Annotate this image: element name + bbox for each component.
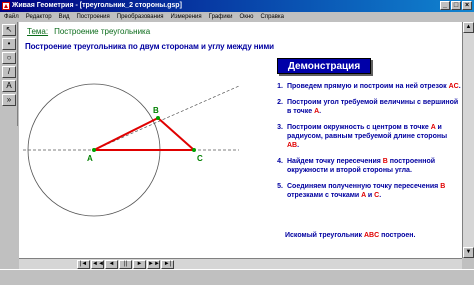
custom-tool[interactable]: » [2, 94, 16, 106]
nav-prev-button[interactable]: ◄ [105, 260, 118, 269]
step-number: 1. [277, 83, 283, 90]
menu-measurements[interactable]: Измерения [171, 12, 202, 22]
geometry-figure: A B C [23, 83, 240, 217]
label-a: A [87, 154, 93, 163]
point-b[interactable] [156, 116, 160, 120]
close-button[interactable]: × [462, 1, 472, 10]
app-icon [2, 2, 10, 10]
point-tool[interactable]: • [2, 38, 16, 50]
menu-graphs[interactable]: Графики [209, 12, 233, 22]
step-4: 4. Найдем точку пересечения B построенно… [275, 157, 461, 175]
angle-ray[interactable] [93, 85, 240, 151]
step-text: Соединяем полученную точку пересечения B… [287, 183, 446, 199]
segment-ab[interactable] [93, 117, 159, 151]
toolbox: ↖ • ○ / A » [0, 22, 18, 126]
nav-pause-button[interactable]: || [119, 260, 132, 269]
minimize-button[interactable]: _ [440, 1, 450, 10]
vertical-scrollbar[interactable]: ▲ ▼ [462, 22, 474, 258]
point-a[interactable] [92, 148, 96, 152]
segment-bc[interactable] [157, 117, 195, 151]
step-text: Построим окружность с центром в точке A … [287, 124, 448, 149]
nav-forward-button[interactable]: ►► [147, 260, 160, 269]
select-arrow-tool[interactable]: ↖ [2, 24, 16, 36]
step-number: 3. [277, 124, 283, 131]
menu-transformations[interactable]: Преобразования [117, 12, 164, 22]
scroll-up-arrow[interactable]: ▲ [463, 22, 474, 33]
nav-last-button[interactable]: ►| [161, 260, 174, 269]
status-bar [0, 269, 474, 285]
straightedge-tool[interactable]: / [2, 66, 16, 78]
menu-view[interactable]: Вид [59, 12, 70, 22]
label-c: C [197, 154, 203, 163]
title-bar: Живая Геометрия - [треугольник_2 стороны… [0, 0, 474, 12]
navigation-bar: |◄ ◄◄ ◄ || ► ►► ►| [19, 258, 462, 269]
menu-edit[interactable]: Редактор [26, 12, 52, 22]
point-c[interactable] [192, 148, 196, 152]
demo-button[interactable]: Демонстрация [277, 58, 371, 74]
menu-constructions[interactable]: Построения [76, 12, 109, 22]
scroll-down-arrow[interactable]: ▼ [463, 247, 474, 258]
step-1: 1. Проведем прямую и построим на ней отр… [275, 82, 461, 91]
step-text: Проведем прямую и построим на ней отрезо… [287, 83, 461, 90]
step-2: 2. Построим угол требуемой величины с ве… [275, 98, 461, 116]
menu-help[interactable]: Справка [260, 12, 284, 22]
step-number: 5. [277, 183, 283, 190]
maximize-button[interactable]: □ [451, 1, 461, 10]
menu-window[interactable]: Окно [240, 12, 254, 22]
step-text: Построим угол требуемой величины с верши… [287, 99, 459, 115]
menu-bar: Файл Редактор Вид Построения Преобразова… [0, 12, 474, 22]
step-3: 3. Построим окружность с центром в точке… [275, 123, 461, 150]
step-number: 2. [277, 99, 283, 106]
label-b: B [153, 106, 159, 115]
menu-file[interactable]: Файл [4, 12, 19, 22]
step-text: Найдем точку пересечения B построенной о… [287, 158, 436, 174]
window-title: Живая Геометрия - [треугольник_2 стороны… [12, 2, 182, 9]
step-number: 4. [277, 158, 283, 165]
step-5: 5. Соединяем полученную точку пересечени… [275, 182, 461, 200]
nav-rewind-button[interactable]: ◄◄ [91, 260, 104, 269]
nav-first-button[interactable]: |◄ [77, 260, 90, 269]
result-text: Искомый треугольник ABC построен. [285, 232, 416, 239]
sketch-canvas[interactable]: Тема: Построение треугольника Построение … [19, 22, 462, 258]
nav-next-button[interactable]: ► [133, 260, 146, 269]
steps-list: 1. Проведем прямую и построим на ней отр… [275, 82, 461, 207]
text-tool[interactable]: A [2, 80, 16, 92]
compass-tool[interactable]: ○ [2, 52, 16, 64]
